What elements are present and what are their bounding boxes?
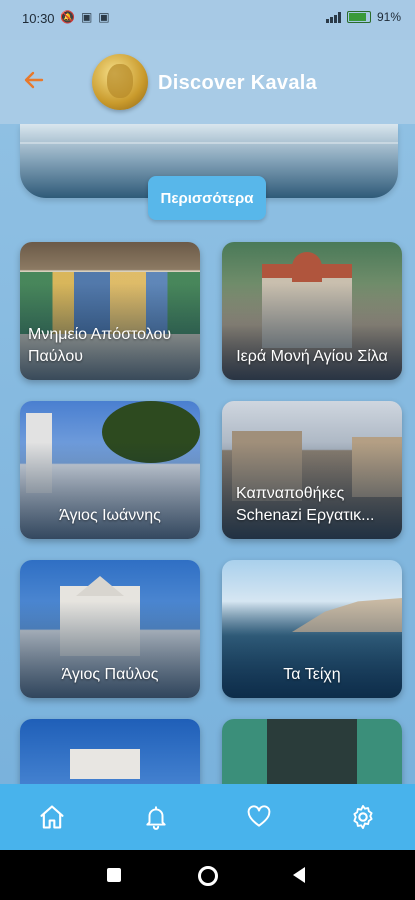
- bottom-navigation: [0, 784, 415, 850]
- nav-favorites[interactable]: [234, 792, 284, 842]
- sim-icon: ▣: [80, 10, 99, 24]
- signal-icon: [325, 11, 341, 23]
- status-time: 10:30: [22, 11, 55, 26]
- battery-level: 91%: [376, 10, 401, 24]
- place-card[interactable]: Μνημείο Απόστολου Παύλου: [20, 242, 200, 380]
- place-name: Ιερά Μονή Αγίου Σίλα: [236, 348, 388, 365]
- home-button[interactable]: [198, 866, 218, 886]
- place-card[interactable]: Ιερά Μονή Αγίου Σίλα: [222, 242, 402, 380]
- place-card[interactable]: Καπναποθήκες Schenazi Εργατικ...: [222, 401, 402, 539]
- app-logo: [92, 54, 148, 110]
- status-bar: 10:30 🔕▣▣ 91%: [0, 0, 415, 40]
- back-arrow-icon[interactable]: [22, 68, 46, 92]
- battery-icon: [346, 11, 371, 23]
- more-button[interactable]: Περισσότερα: [148, 176, 266, 220]
- gear-icon: [353, 804, 373, 830]
- main-content[interactable]: Περισσότερα Μνημείο Απόστολου Παύλου Ιερ…: [0, 124, 415, 784]
- place-name: Άγιος Ιωάννης: [59, 507, 161, 524]
- nav-home[interactable]: [27, 792, 77, 842]
- back-button[interactable]: [293, 867, 305, 883]
- place-name: Καπναποθήκες Schenazi Εργατικ...: [236, 485, 375, 524]
- place-name: Μνημείο Απόστολου Παύλου: [28, 326, 172, 365]
- app-header: Discover Kavala: [0, 40, 415, 124]
- system-indicators: 91%: [325, 10, 401, 24]
- mute-icon: 🔕: [60, 10, 81, 24]
- home-icon: [40, 805, 64, 829]
- recents-button[interactable]: [107, 868, 121, 882]
- nav-settings[interactable]: [338, 792, 388, 842]
- place-name: Τα Τείχη: [283, 666, 341, 683]
- heart-icon: [248, 805, 271, 827]
- bell-icon: [145, 806, 166, 830]
- notification-icons: 🔕▣▣: [60, 10, 116, 24]
- place-name: Άγιος Παύλος: [61, 666, 159, 683]
- place-card[interactable]: Τα Τείχη: [222, 560, 402, 698]
- page-title: Discover Kavala: [158, 72, 318, 94]
- sim-icon: ▣: [98, 10, 116, 24]
- system-navigation-bar: [0, 850, 415, 900]
- place-card[interactable]: [222, 719, 402, 784]
- place-card[interactable]: Άγιος Παύλος: [20, 560, 200, 698]
- nav-notifications[interactable]: [131, 792, 181, 842]
- place-card[interactable]: [20, 719, 200, 784]
- place-card[interactable]: Άγιος Ιωάννης: [20, 401, 200, 539]
